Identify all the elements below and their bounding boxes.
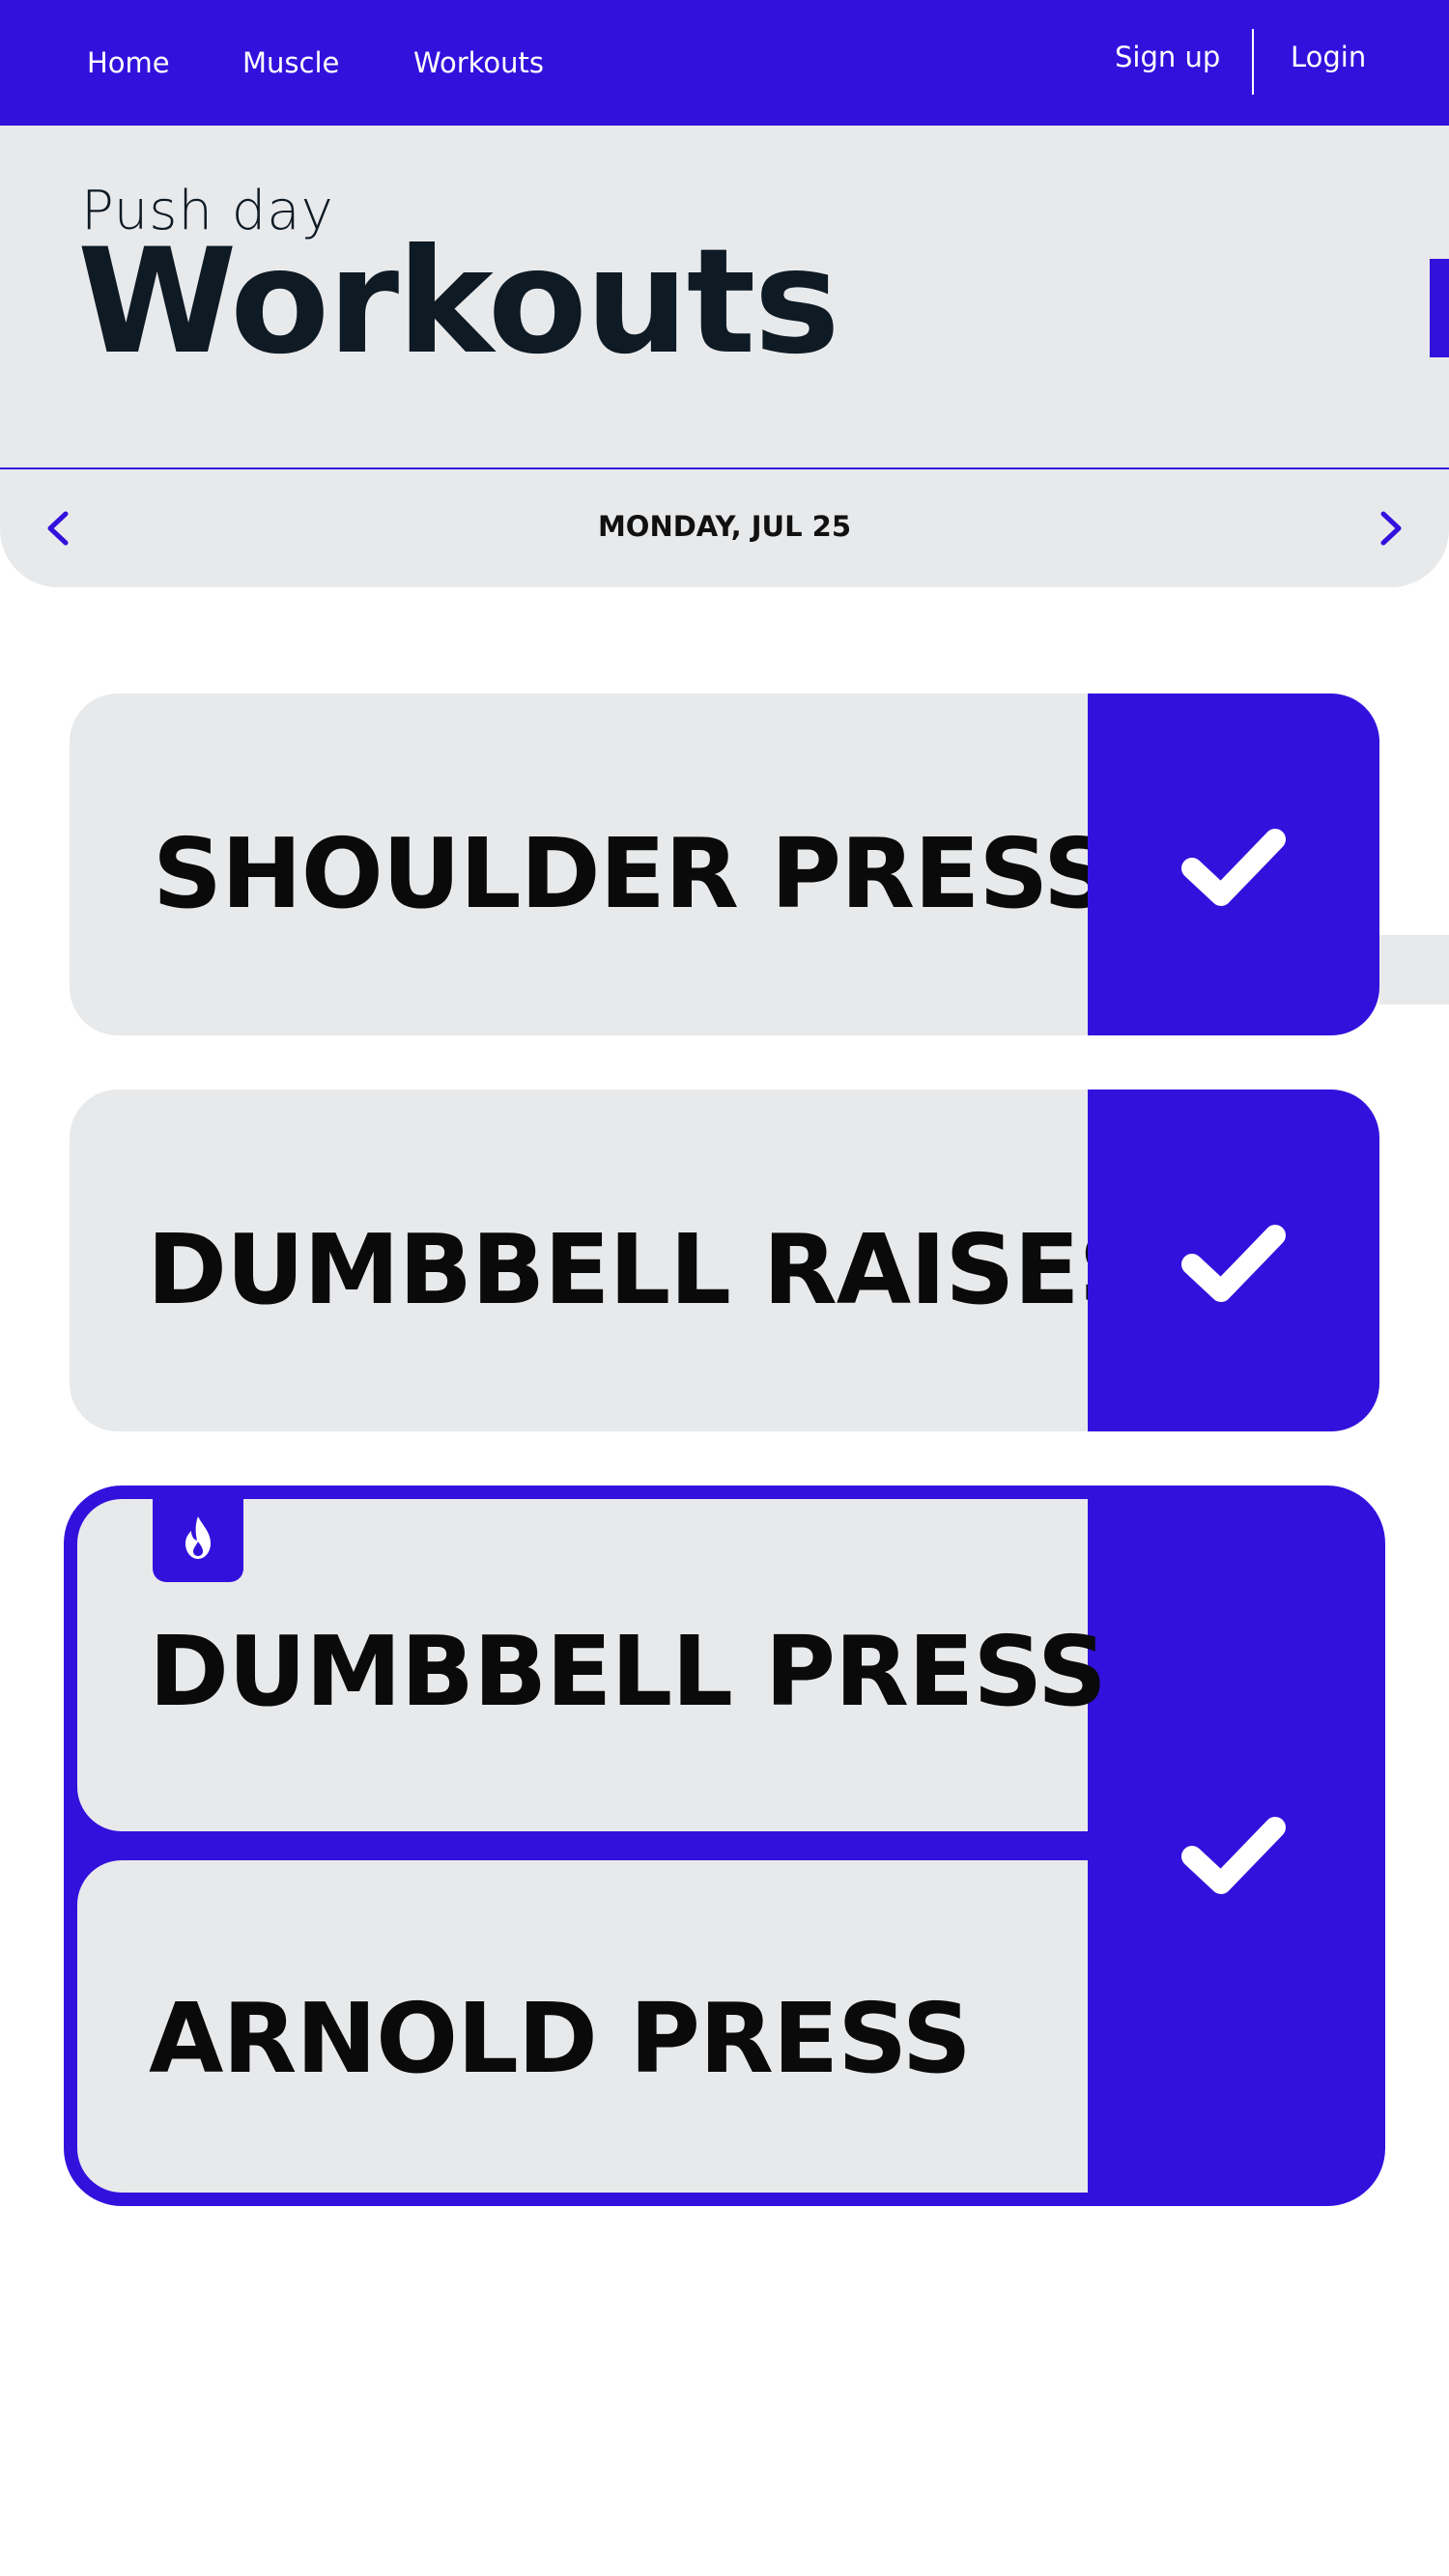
header-accent-bar bbox=[1430, 259, 1449, 357]
exercise-name: ARNOLD PRESS bbox=[149, 1982, 972, 2095]
superset-exercise: ARNOLD PRESS bbox=[77, 1860, 1088, 2193]
superset-badge bbox=[153, 1497, 243, 1582]
page-header: Push day Workouts bbox=[0, 126, 1449, 469]
nav-link-workouts[interactable]: Workouts bbox=[413, 46, 544, 79]
nav-link-muscle[interactable]: Muscle bbox=[242, 46, 339, 79]
next-day-button[interactable] bbox=[1366, 504, 1414, 552]
check-icon bbox=[1181, 829, 1286, 906]
exercise-card[interactable]: SHOULDER PRESS bbox=[70, 694, 1379, 1035]
exercise-name: DUMBBELL PRESS bbox=[149, 1615, 1107, 1728]
nav-link-home[interactable]: Home bbox=[87, 46, 170, 79]
side-tab bbox=[1379, 935, 1449, 1005]
page-title: Workouts bbox=[77, 218, 840, 386]
exercise-card[interactable]: DUMBBELL RAISES bbox=[70, 1090, 1379, 1431]
check-icon[interactable] bbox=[1171, 1804, 1296, 1901]
complete-toggle[interactable] bbox=[1088, 1090, 1379, 1431]
current-date: MONDAY, JUL 25 bbox=[597, 510, 852, 543]
fire-icon bbox=[185, 1516, 211, 1559]
chevron-right-icon bbox=[1380, 511, 1402, 546]
date-navigator: MONDAY, JUL 25 bbox=[0, 469, 1449, 587]
top-nav: Home Muscle Workouts Sign up Login bbox=[0, 0, 1449, 126]
exercise-name: DUMBBELL RAISES bbox=[147, 1213, 1149, 1326]
login-link[interactable]: Login bbox=[1291, 41, 1366, 73]
check-icon bbox=[1181, 1225, 1286, 1302]
exercise-name: SHOULDER PRESS bbox=[153, 817, 1113, 930]
nav-divider bbox=[1252, 29, 1254, 95]
signup-link[interactable]: Sign up bbox=[1115, 41, 1220, 73]
complete-toggle[interactable] bbox=[1088, 694, 1379, 1035]
